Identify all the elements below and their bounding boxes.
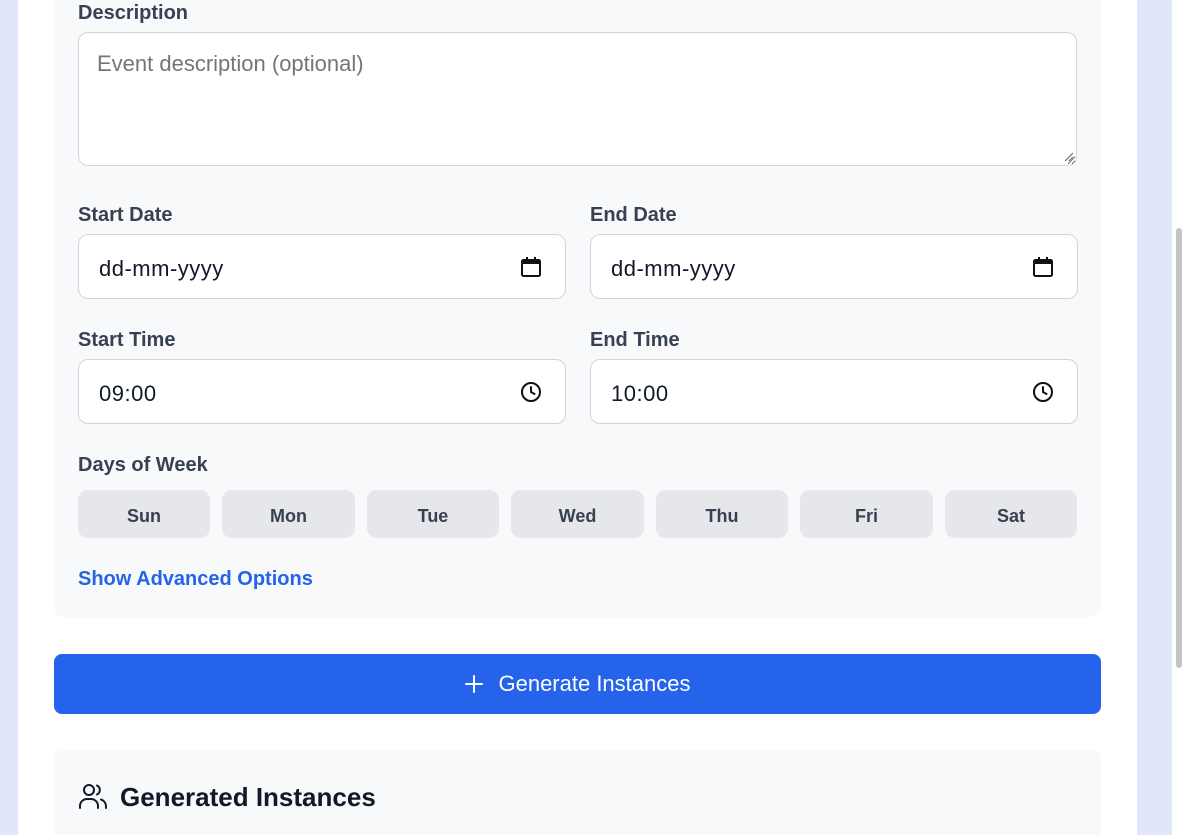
days-of-week-label: Days of Week [78, 454, 208, 476]
end-time-label: End Time [590, 329, 680, 351]
day-label: Mon [270, 505, 307, 526]
start-date-label: Start Date [78, 204, 173, 226]
day-button-wed[interactable]: Wed [511, 490, 644, 538]
clock-icon[interactable] [519, 380, 543, 404]
day-label: Tue [417, 505, 449, 526]
day-label: Thu [705, 505, 739, 526]
clock-icon[interactable] [1031, 380, 1055, 404]
day-button-sun[interactable]: Sun [78, 490, 210, 538]
generate-instances-button[interactable]: Generate Instances [54, 654, 1101, 714]
description-textarea[interactable] [78, 32, 1077, 166]
start-time-value: 09:00 [99, 381, 157, 406]
end-date-value: dd-mm-yyyy [611, 256, 736, 281]
end-time-value: 10:00 [611, 381, 669, 406]
end-date-input[interactable]: dd-mm-yyyy [590, 234, 1078, 299]
day-button-sat[interactable]: Sat [945, 490, 1077, 538]
start-date-value: dd-mm-yyyy [99, 256, 224, 281]
day-label: Wed [558, 505, 597, 526]
calendar-icon[interactable] [1031, 255, 1055, 279]
scrollbar-thumb[interactable] [1176, 228, 1182, 668]
day-label: Fri [854, 505, 878, 526]
show-advanced-options-link[interactable]: Show Advanced Options [78, 566, 313, 592]
start-time-label: Start Time [78, 329, 176, 351]
resize-grip-icon[interactable] [1062, 150, 1074, 162]
day-label: Sun [127, 505, 161, 526]
day-button-tue[interactable]: Tue [367, 490, 499, 538]
calendar-icon[interactable] [519, 255, 543, 279]
generated-instances-title: Generated Instances [120, 782, 376, 812]
start-date-input[interactable]: dd-mm-yyyy [78, 234, 566, 299]
start-time-input[interactable]: 09:00 [78, 359, 566, 424]
day-button-mon[interactable]: Mon [222, 490, 355, 538]
day-button-fri[interactable]: Fri [800, 490, 933, 538]
end-time-input[interactable]: 10:00 [590, 359, 1078, 424]
plus-icon [465, 675, 484, 693]
day-label: Sat [996, 505, 1025, 526]
description-label: Description [78, 2, 189, 24]
users-icon [79, 784, 107, 809]
day-button-thu[interactable]: Thu [656, 490, 788, 538]
generate-instances-label: Generate Instances [498, 671, 691, 696]
end-date-label: End Date [590, 204, 677, 226]
